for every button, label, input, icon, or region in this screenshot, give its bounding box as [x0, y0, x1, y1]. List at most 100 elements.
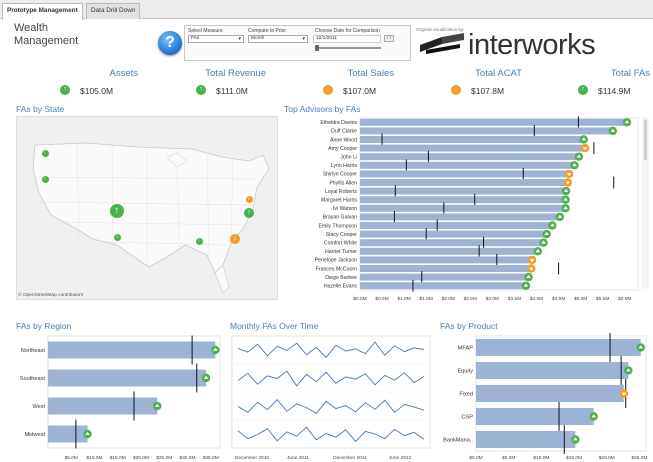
trend-down-icon [564, 169, 574, 179]
top-advisors-chart[interactable]: Etheldra Davies Duff Clarke Anne Wood Amy C… [284, 114, 650, 304]
trend-up-icon [622, 118, 632, 127]
bar [360, 222, 553, 229]
x-tick-label: December 2010 [235, 455, 269, 461]
x-tick-label: $20.0M [599, 455, 615, 461]
bar [360, 118, 627, 126]
bar [360, 179, 568, 186]
question-mark-icon[interactable]: ? [158, 31, 182, 55]
compare-dropdown[interactable]: Month ▾ [248, 35, 308, 43]
category-label: MFAP [458, 345, 473, 351]
category-label: Northeast [21, 348, 46, 354]
category-label: Lynn Harris [331, 163, 358, 169]
x-tick-label: $35.0M [203, 455, 219, 461]
map-marker-down-icon[interactable]: ↓ [245, 195, 253, 203]
map-marker-up-icon[interactable]: ↑ [41, 149, 49, 157]
bar [476, 385, 624, 402]
bar [360, 187, 567, 195]
monthly-fas-chart[interactable]: December 2010 June 2011 December 2011 June … [230, 332, 432, 462]
date-slider-handle[interactable] [315, 45, 319, 51]
kpi-value: $107.0M [343, 86, 377, 96]
category-label: Diego Barbee [325, 275, 357, 281]
trend-up-icon [555, 212, 565, 222]
select-measure-value: FAs [191, 36, 200, 41]
category-label: Loyal Roberts [325, 189, 357, 195]
x-tick-label: $15.0M [566, 455, 582, 461]
fas-by-state-title: FAs by State [16, 104, 65, 114]
trend-up-icon [624, 366, 633, 375]
kpi-value: $111.0M [216, 86, 248, 96]
trend-up-icon [589, 412, 598, 421]
x-tick-label: $25.0M [631, 455, 647, 461]
scrollbar-thumb [644, 120, 647, 160]
bar [360, 273, 529, 281]
category-label: Equity [457, 368, 473, 374]
map-marker-up-icon[interactable]: ↑ [41, 175, 49, 183]
chevron-down-icon: ▾ [302, 36, 305, 42]
trend-up-icon [201, 373, 211, 383]
bar [360, 213, 560, 221]
date-field[interactable]: 10/1/2011 [313, 35, 381, 43]
tab-bar: Prototype Management Data Drill Down [0, 0, 653, 20]
map-marker-up-icon[interactable]: ↑ [244, 208, 254, 218]
x-tick-label: $6.0M [618, 296, 631, 302]
category-label: John Li [340, 155, 357, 161]
trend-down-icon: ↓ [451, 85, 461, 95]
fas-by-product-chart[interactable]: MFAP Equity Fixed CSP BankMana.. $0.0M $5.0M $1… [440, 332, 652, 462]
trend-up-icon [83, 429, 92, 439]
page-title: Wealth Management [14, 22, 79, 47]
category-label: Etheldra Davies [320, 120, 357, 126]
category-label: Stacy Cooper [326, 232, 358, 238]
trend-up-icon [524, 272, 533, 282]
kpi-value: $105.0M [80, 86, 114, 96]
trend-up-icon [211, 345, 220, 355]
date-value: 10/1/2011 [316, 36, 337, 41]
x-tick-label: December 2011 [333, 455, 367, 461]
x-tick-label: June 2012 [389, 455, 412, 461]
category-label: Ivi Watson [333, 206, 357, 212]
bar [476, 362, 629, 379]
us-map[interactable]: ↑ ↑ ↑ ↑ ↓ ↑ ↓ ↑ © OpenStreetMap contributors [16, 116, 278, 300]
trend-up-icon [548, 221, 557, 230]
x-tick-label: $25.0M [156, 455, 172, 461]
x-tick-label: $0.0M [353, 296, 366, 302]
bar [360, 256, 533, 264]
bar [48, 397, 158, 415]
bar [360, 170, 570, 178]
category-label: Duff Clarke [331, 129, 357, 135]
x-tick-label: $5.0M [574, 296, 587, 302]
x-tick-label: $10.0M [86, 455, 102, 461]
kpi-value: $107.8M [471, 86, 505, 96]
x-tick-label: $2.5M [464, 296, 477, 302]
trend-up-icon: ↑ [196, 85, 206, 95]
category-label: Fixed [459, 391, 473, 397]
category-label: Amy Cooper [328, 146, 357, 152]
trend-down-icon [527, 264, 536, 273]
interworks-logo-icon [420, 33, 464, 54]
fas-by-region-chart[interactable]: Northeast Southeast West Midwest $5.0M $10.0M… [14, 332, 226, 462]
date-slider[interactable] [315, 47, 381, 49]
trend-up-icon [561, 186, 571, 196]
trend-up-icon [561, 204, 570, 213]
bar [48, 369, 207, 387]
map-marker-down-icon[interactable]: ↓ [230, 234, 240, 244]
date-step-buttons[interactable]: ‹ › [384, 35, 394, 42]
map-marker-up-icon[interactable]: ↑ [195, 237, 203, 245]
kpi-label: Total FAs [610, 68, 650, 79]
kpi-label: Total Sales [347, 68, 394, 79]
bar [360, 136, 584, 143]
select-measure-dropdown[interactable]: FAs ▾ [188, 35, 244, 43]
tab-data-drill-down[interactable]: Data Drill Down [86, 3, 141, 19]
trend-up-icon [542, 229, 551, 239]
filter-controls: Select Measure FAs ▾ Compare to Prior Mo… [184, 25, 411, 61]
category-label: Shirlyn Cooper [323, 172, 358, 178]
tab-prototype-management[interactable]: Prototype Management [2, 3, 83, 20]
plot-area [359, 117, 639, 291]
map-marker-up-icon[interactable]: ↑ [113, 233, 121, 241]
trend-up-icon [636, 343, 645, 352]
map-marker-up-icon[interactable]: ↑ [110, 204, 124, 218]
trend-up-icon [579, 135, 588, 144]
category-label: Hazelle Evans [324, 284, 358, 290]
monthly-fas-title: Monthly FAs Over Time [230, 321, 319, 331]
category-label: Midwest [24, 432, 45, 438]
x-tick-label: $2.0M [442, 296, 455, 302]
